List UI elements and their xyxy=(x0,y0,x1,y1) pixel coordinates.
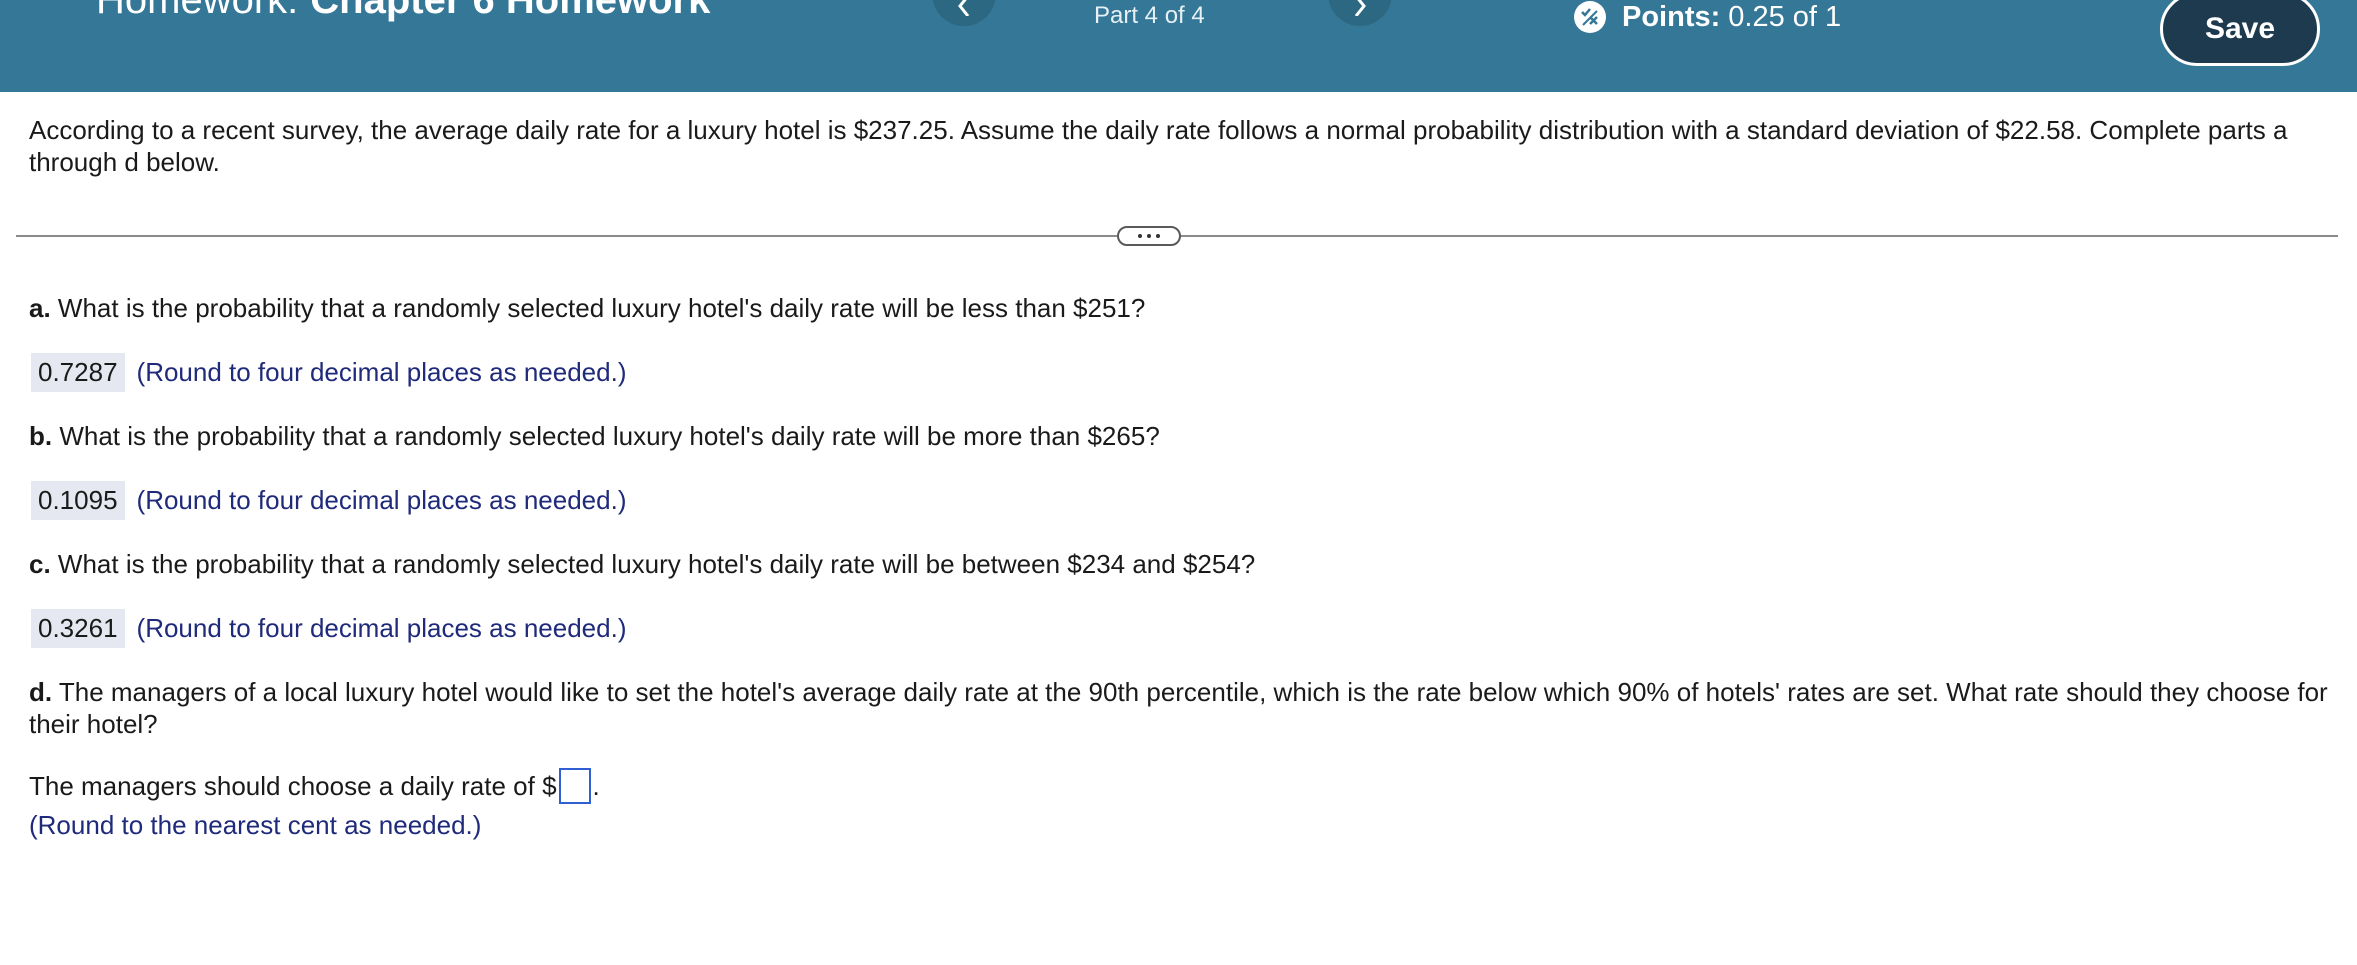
ellipsis-icon[interactable] xyxy=(1117,226,1181,246)
rounding-hint: (Round to the nearest cent as needed.) xyxy=(29,810,482,840)
save-button[interactable]: Save xyxy=(2160,0,2320,66)
question-a: a. What is the probability that a random… xyxy=(29,292,2329,324)
points-text: Points: 0.25 of 1 xyxy=(1622,1,1841,34)
next-part-button[interactable] xyxy=(1328,0,1392,26)
daily-rate-input[interactable] xyxy=(558,768,591,804)
prompt-end: . xyxy=(592,771,600,801)
points-label: Points: xyxy=(1622,0,1721,33)
question-c: c. What is the probability that a random… xyxy=(29,548,2329,580)
question-text: What is the probability that a randomly … xyxy=(59,421,1160,451)
previous-part-button[interactable] xyxy=(932,0,996,26)
chevron-left-icon xyxy=(958,0,970,16)
points-value: 0.25 of 1 xyxy=(1728,0,1842,33)
title-name: Chapter 6 Homework xyxy=(310,0,711,22)
partial-credit-icon xyxy=(1574,1,1606,33)
answer-row-a: 0.7287 (Round to four decimal places as … xyxy=(31,352,626,392)
part-indicator: Part 4 of 4 xyxy=(1094,2,1205,29)
part-letter: a. xyxy=(29,293,51,323)
answer-field[interactable]: 0.3261 xyxy=(31,608,125,648)
points-display: Points: 0.25 of 1 xyxy=(1574,0,1841,34)
answer-prompt-d: The managers should choose a daily rate … xyxy=(29,768,600,804)
question-d: d. The managers of a local luxury hotel … xyxy=(29,676,2329,740)
question-text: What is the probability that a randomly … xyxy=(57,549,1256,579)
header-bar: Homework: Chapter 6 Homework Part 4 of 4 … xyxy=(0,0,2357,92)
question-text: What is the probability that a randomly … xyxy=(57,293,1146,323)
rounding-hint: (Round to four decimal places as needed.… xyxy=(136,612,627,643)
question-text: The managers of a local luxury hotel wou… xyxy=(29,677,2328,739)
answer-row-c: 0.3261 (Round to four decimal places as … xyxy=(31,608,626,648)
menu-icon[interactable] xyxy=(26,0,60,6)
part-letter: c. xyxy=(29,549,51,579)
answer-row-b: 0.1095 (Round to four decimal places as … xyxy=(31,480,626,520)
problem-statement: According to a recent survey, the averag… xyxy=(29,115,2288,177)
rounding-hint: (Round to four decimal places as needed.… xyxy=(136,484,627,515)
question-b: b. What is the probability that a random… xyxy=(29,420,2329,452)
part-letter: b. xyxy=(29,421,53,451)
rounding-hint: (Round to four decimal places as needed.… xyxy=(136,356,627,387)
part-letter: d. xyxy=(29,677,53,707)
chevron-right-icon xyxy=(1354,0,1366,16)
answer-field[interactable]: 0.7287 xyxy=(31,352,125,392)
prompt-text: The managers should choose a daily rate … xyxy=(29,771,557,801)
homework-title: Homework: Chapter 6 Homework xyxy=(96,0,710,23)
answer-field[interactable]: 0.1095 xyxy=(31,480,125,520)
title-label: Homework: xyxy=(96,0,299,22)
